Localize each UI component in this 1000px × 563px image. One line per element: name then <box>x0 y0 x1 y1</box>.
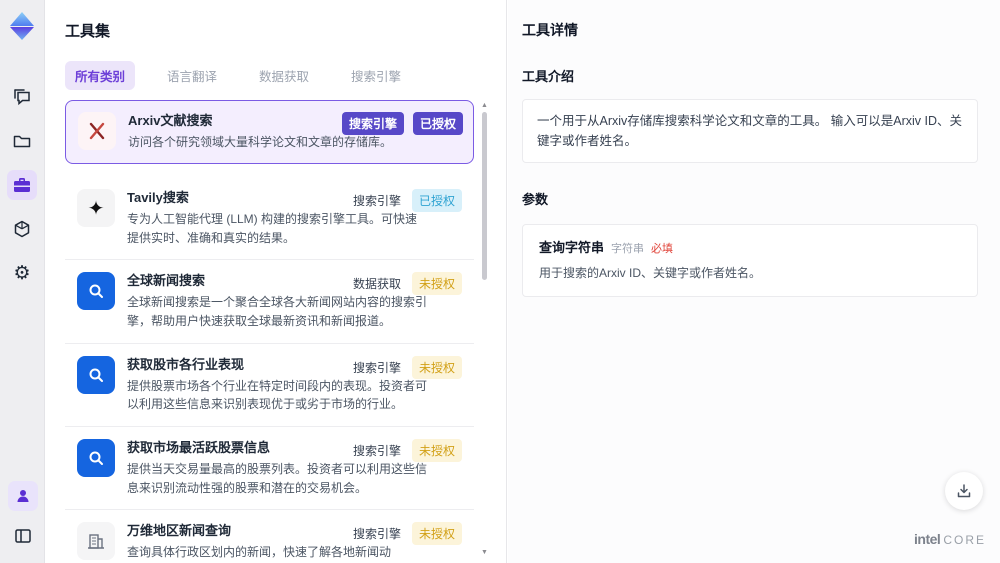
chat-icon <box>14 89 30 106</box>
tool-description: 全球新闻搜索是一个聚合全球各大新闻网站内容的搜索引擎，帮助用户快速获取全球最新资… <box>127 295 428 328</box>
tool-row-regional-news[interactable]: 万维地区新闻查询 查询具体行政区划内的新闻，快速了解各地新闻动 搜索引擎 未授权 <box>65 510 474 562</box>
stock-search-icon <box>77 438 115 477</box>
tools-panel: 工具集 所有类别 语言翻译 数据获取 搜索引擎 Arxiv文献搜索 访问各个研究… <box>45 0 507 563</box>
tool-description: 查询具体行政区划内的新闻，快速了解各地新闻动 <box>127 545 392 560</box>
param-required-badge: 必填 <box>651 243 674 255</box>
sidebar-item-files[interactable] <box>7 126 37 156</box>
folder-icon <box>13 135 31 148</box>
auth-badge: 未授权 <box>411 438 462 462</box>
category-badge: 数据获取 <box>352 277 401 292</box>
user-icon <box>17 490 28 502</box>
tool-description: 提供当天交易量最高的股票列表。投资者可以利用这些信息来识别流动性强的股票和潜在的… <box>127 462 428 495</box>
tool-description: 提供股票市场各个行业在特定时间段内的表现。投资者可以利用这些信息来识别表现优于或… <box>127 378 428 412</box>
news-search-icon <box>77 272 115 311</box>
category-badge: 搜索引擎 <box>341 112 404 135</box>
category-badge: 搜索引擎 <box>352 527 401 542</box>
intro-card: 一个用于从Arxiv存储库搜索科学论文和文章的工具。 输入可以是Arxiv ID… <box>522 99 978 163</box>
auth-badge: 未授权 <box>411 522 462 546</box>
star-icon: ✦ <box>77 188 115 227</box>
category-badge: 搜索引擎 <box>352 443 401 458</box>
category-badge: 搜索引擎 <box>352 360 401 375</box>
tool-row-stock-sectors[interactable]: 获取股市各行业表现 提供股票市场各个行业在特定时间段内的表现。投资者可以利用这些… <box>65 343 474 427</box>
scroll-down-icon[interactable]: ▼ <box>481 549 488 556</box>
auth-badge: 已授权 <box>411 188 462 212</box>
tool-detail-panel: 工具详情 工具介绍 一个用于从Arxiv存储库搜索科学论文和文章的工具。 输入可… <box>508 0 1000 563</box>
building-icon <box>77 522 115 561</box>
tool-description: 专为人工智能代理 (LLM) 构建的搜索引擎工具。可快速提供实时、准确和真实的结… <box>127 211 418 245</box>
panel-icon <box>14 529 31 543</box>
category-badge: 搜索引擎 <box>352 193 401 208</box>
list-scrollbar[interactable]: ▲ ▼ <box>481 100 488 558</box>
tool-row-active-stocks[interactable]: 获取市场最活跃股票信息 提供当天交易量最高的股票列表。投资者可以利用这些信息来识… <box>65 426 474 511</box>
tool-description: 访问各个研究领域大量科学论文和文章的存储库。 <box>128 135 393 150</box>
toolbox-icon <box>14 178 30 192</box>
tool-list: Arxiv文献搜索 访问各个研究领域大量科学论文和文章的存储库。 搜索引擎 已授… <box>65 100 488 562</box>
core-logo-text: CORE <box>943 533 986 547</box>
app-logo-icon <box>10 12 34 40</box>
cube-icon <box>14 220 30 238</box>
param-type: 字符串 <box>611 243 645 255</box>
page-title: 工具集 <box>65 23 111 40</box>
download-button[interactable] <box>945 472 983 510</box>
tool-row-global-news[interactable]: 全球新闻搜索 全球新闻搜索是一个聚合全球各大新闻网站内容的搜索引擎，帮助用户快速… <box>65 260 474 344</box>
tool-row-arxiv[interactable]: Arxiv文献搜索 访问各个研究领域大量科学论文和文章的存储库。 搜索引擎 已授… <box>65 100 474 164</box>
sidebar-item-settings[interactable]: ⚙ <box>7 258 37 288</box>
tab-data-fetch[interactable]: 数据获取 <box>249 61 319 90</box>
sidebar-item-panel-toggle[interactable] <box>8 521 38 551</box>
param-name: 查询字符串 <box>539 240 605 255</box>
sidebar-item-tools[interactable] <box>7 170 37 200</box>
tab-all-categories[interactable]: 所有类别 <box>65 61 136 90</box>
tab-language-translation[interactable]: 语言翻译 <box>157 61 227 90</box>
arxiv-icon <box>78 112 116 150</box>
tool-row-tavily[interactable]: ✦ Tavily搜索 专为人工智能代理 (LLM) 构建的搜索引擎工具。可快速提… <box>65 176 474 261</box>
param-description: 用于搜索的Arxiv ID、关键字或作者姓名。 <box>539 266 762 280</box>
app-sidebar: ⚙ <box>0 0 45 563</box>
params-heading: 参数 <box>522 192 549 207</box>
download-icon <box>957 484 971 498</box>
gear-icon: ⚙ <box>13 261 31 284</box>
param-card: 查询字符串 字符串 必填 用于搜索的Arxiv ID、关键字或作者姓名。 <box>522 224 978 297</box>
stock-search-icon <box>77 355 115 394</box>
sidebar-item-packages[interactable] <box>7 214 37 244</box>
tab-search-engine[interactable]: 搜索引擎 <box>341 61 411 90</box>
scroll-up-icon[interactable]: ▲ <box>481 102 488 109</box>
intro-heading: 工具介绍 <box>522 69 575 84</box>
category-tabs: 所有类别 语言翻译 数据获取 搜索引擎 <box>65 61 488 90</box>
sidebar-item-account[interactable] <box>7 481 38 511</box>
intel-logo-text: intel <box>914 531 941 547</box>
auth-badge: 未授权 <box>411 272 462 296</box>
scrollbar-thumb[interactable] <box>482 112 487 280</box>
sidebar-item-chat[interactable] <box>7 82 37 112</box>
auth-badge: 未授权 <box>411 355 462 379</box>
intel-core-logo: intel CORE <box>914 531 986 547</box>
auth-badge: 已授权 <box>412 112 463 135</box>
detail-title: 工具详情 <box>522 22 578 38</box>
